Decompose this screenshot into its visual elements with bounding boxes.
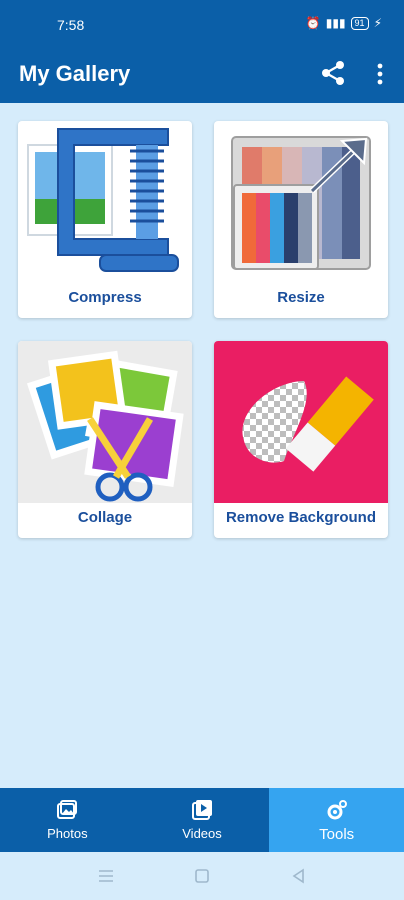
- tools-icon: [327, 800, 347, 820]
- tool-label-resize: Resize: [277, 289, 325, 306]
- app-title: My Gallery: [19, 61, 131, 86]
- tool-card-collage[interactable]: Collage: [18, 341, 192, 538]
- nav-tab-photos[interactable]: Photos: [0, 788, 135, 852]
- battery-level: 91: [354, 17, 365, 28]
- back-icon[interactable]: [290, 867, 308, 885]
- tool-label-compress: Compress: [68, 289, 142, 306]
- tool-label-collage: Collage: [77, 509, 133, 526]
- nav-tab-videos[interactable]: Videos: [135, 788, 270, 852]
- system-navigation-bar: [0, 852, 404, 900]
- videos-icon: [192, 800, 212, 820]
- status-bar: 7:58 ⏰ ▮▮▮ 91 ⚡: [0, 0, 404, 50]
- resize-illustration: [231, 136, 371, 270]
- photos-icon: [57, 800, 78, 819]
- signal-icon: ▮▮▮: [325, 16, 346, 30]
- alarm-icon: ⏰: [305, 16, 321, 30]
- remove-background-illustration: [214, 341, 388, 503]
- tool-card-resize[interactable]: Resize: [214, 121, 388, 318]
- more-options-icon[interactable]: [372, 62, 388, 86]
- battery-icon: 91: [350, 16, 369, 30]
- tool-label-remove-background: Remove Background: [225, 509, 377, 526]
- bottom-navigation: Photos Videos Tools: [0, 788, 404, 852]
- compress-illustration: [27, 128, 179, 272]
- tools-grid: Compress Resize Collage Remove Backgroun…: [0, 103, 404, 788]
- charging-icon: ⚡: [373, 16, 382, 30]
- status-time: 7:58: [57, 17, 85, 33]
- nav-label-tools: Tools: [319, 826, 355, 843]
- status-icons: ⏰ ▮▮▮ 91 ⚡: [306, 16, 382, 30]
- tool-card-remove-background[interactable]: Remove Background: [214, 341, 388, 538]
- share-icon[interactable]: [320, 60, 346, 86]
- recents-menu-icon[interactable]: [97, 867, 115, 885]
- nav-label-photos: Photos: [47, 826, 88, 841]
- nav-tab-tools[interactable]: Tools: [269, 788, 404, 852]
- collage-illustration: [18, 341, 192, 503]
- nav-label-videos: Videos: [182, 826, 222, 841]
- home-icon[interactable]: [193, 867, 211, 885]
- app-bar: My Gallery: [0, 50, 404, 103]
- tool-card-compress[interactable]: Compress: [18, 121, 192, 318]
